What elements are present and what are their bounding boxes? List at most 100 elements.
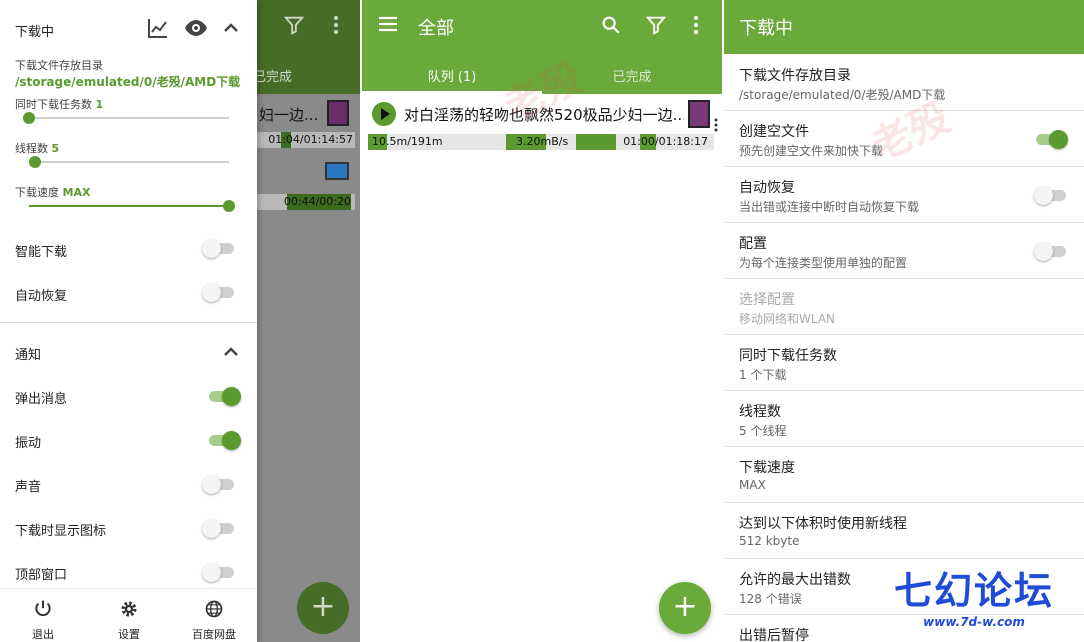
- preference-toggle[interactable]: [1034, 129, 1068, 149]
- preference-item[interactable]: 达到以下体积时使用新线程 512 kbyte: [724, 503, 1084, 559]
- settings-button[interactable]: 设置: [86, 589, 172, 642]
- preference-title: 选择配置: [739, 292, 795, 308]
- filter-icon: [283, 16, 305, 35]
- preference-summary: 128 个错误: [739, 592, 802, 606]
- preference-item[interactable]: 线程数 5 个线程: [724, 391, 1084, 447]
- show-icon-label: 下载时显示图标: [15, 524, 107, 539]
- preference-item[interactable]: 下载速度 MAX: [724, 447, 1084, 503]
- dimmed-item-time: 00:44/00:20: [283, 195, 351, 208]
- gear-icon: [121, 601, 137, 617]
- sound-label: 声音: [15, 480, 42, 495]
- dimmed-tab-done: 已完成: [253, 70, 293, 85]
- preference-summary: 5 个线程: [739, 424, 787, 438]
- preference-item[interactable]: 自动恢复当出错或连接中断时自动恢复下载: [724, 167, 1084, 223]
- download-progress-bar: 10.5m/191m 3.20mB/s 01:00/01:18:17: [368, 134, 714, 150]
- preference-title: 创建空文件: [739, 124, 809, 140]
- speed-value: MAX: [62, 186, 91, 199]
- settings-drawer: 下载中 下载文件存放目录 /storage/emulated/0/老殁/AMD下…: [0, 0, 257, 642]
- preference-title: 出错后暂停: [739, 628, 809, 642]
- drawer-title: 下载中: [15, 25, 55, 40]
- play-icon[interactable]: [372, 102, 396, 126]
- dimmed-item-title: 妇一边...: [259, 106, 319, 124]
- preference-summary: 512 kbyte: [739, 534, 800, 548]
- preference-item: 选择配置移动网络和WLAN: [724, 279, 1084, 335]
- dimmed-item-time: 01:04/01:14:57: [268, 133, 353, 146]
- more-vert-icon[interactable]: [714, 118, 718, 132]
- page-title: 全部: [418, 18, 454, 39]
- preference-item[interactable]: 同时下载任务数 1 个下载: [724, 335, 1084, 391]
- page-title: 下载中: [739, 18, 793, 39]
- exit-label: 退出: [32, 628, 54, 641]
- dir-label: 下载文件存放目录: [15, 59, 103, 72]
- watermark-url: www.7d-w.com: [923, 615, 1025, 629]
- dimmed-progress-bar: 01:04/01:14:57: [257, 132, 355, 148]
- power-icon: [35, 600, 51, 617]
- baidu-pan-button[interactable]: 百度网盘: [171, 589, 257, 642]
- exit-button[interactable]: 退出: [0, 589, 86, 642]
- eye-icon[interactable]: [184, 16, 208, 40]
- panel-settings: 下载中 下载文件存放目录/storage/emulated/0/老殁/AMD下载…: [724, 0, 1084, 642]
- concurrent-slider[interactable]: [23, 112, 229, 124]
- preference-title: 自动恢复: [739, 180, 795, 196]
- auto-resume-label: 自动恢复: [15, 289, 68, 304]
- preference-title: 达到以下体积时使用新线程: [739, 516, 907, 532]
- smart-download-label: 智能下载: [15, 245, 68, 260]
- preference-toggle[interactable]: [1034, 185, 1068, 205]
- download-speed: 3.20mB/s: [516, 135, 569, 148]
- video-file-icon: [327, 100, 349, 126]
- more-vert-icon: [334, 16, 338, 34]
- top-window-label: 顶部窗口: [15, 568, 68, 583]
- site-watermark: 七幻论坛 www.7d-w.com: [874, 560, 1074, 629]
- threads-value: 5: [51, 142, 60, 155]
- speed-slider[interactable]: [29, 200, 235, 212]
- app-bar: 下载中: [724, 0, 1084, 54]
- computer-file-icon: [325, 162, 349, 180]
- preference-summary: MAX: [739, 478, 766, 492]
- popup-message-toggle[interactable]: [207, 386, 241, 406]
- dimmed-add-fab: +: [297, 582, 349, 634]
- smart-download-toggle[interactable]: [202, 238, 236, 258]
- preference-title: 配置: [739, 236, 767, 252]
- download-size: 10.5m/191m: [372, 135, 443, 148]
- add-download-fab[interactable]: +: [659, 582, 711, 634]
- vibrate-toggle[interactable]: [207, 430, 241, 450]
- preference-title: 下载文件存放目录: [739, 68, 851, 84]
- sound-toggle[interactable]: [202, 474, 236, 494]
- menu-icon[interactable]: [378, 14, 398, 34]
- preference-toggle[interactable]: [1034, 241, 1068, 261]
- preference-item[interactable]: 配置为每个连接类型使用单独的配置: [724, 223, 1084, 279]
- preference-title: 允许的最大出错数: [739, 572, 851, 588]
- baidu-pan-label: 百度网盘: [192, 628, 236, 641]
- show-icon-toggle[interactable]: [202, 518, 236, 538]
- auto-resume-toggle[interactable]: [202, 282, 236, 302]
- panel-drawer-open: 已完成 妇一边... 01:04/01:14:57 00:44/00:20 + …: [0, 0, 360, 642]
- dimmed-download-item: 00:44/00:20: [257, 156, 360, 216]
- panel-download-list: 全部 队列 (1) 已完成 对白淫荡的轻吻也飘然520极品少妇一边... 10.…: [362, 0, 722, 642]
- search-icon[interactable]: [600, 14, 622, 36]
- download-time: 01:00/01:18:17: [623, 135, 708, 148]
- dir-value[interactable]: /storage/emulated/0/老殁/AMD下载: [15, 73, 240, 90]
- concurrent-value: 1: [95, 98, 104, 111]
- preference-summary: 当出错或连接中断时自动恢复下载: [739, 200, 920, 214]
- chevron-up-icon[interactable]: [219, 340, 243, 364]
- preference-summary: 1 个下载: [739, 368, 787, 382]
- threads-slider[interactable]: [29, 156, 229, 168]
- watermark-brand: 七幻论坛: [893, 569, 1054, 613]
- dimmed-progress-bar: 00:44/00:20: [257, 194, 355, 210]
- notify-section-title: 通知: [15, 348, 42, 363]
- top-window-toggle[interactable]: [202, 562, 236, 582]
- vibrate-label: 振动: [15, 436, 42, 451]
- dimmed-download-item: 妇一边... 01:04/01:14:57: [257, 96, 360, 156]
- chevron-up-icon[interactable]: [219, 16, 243, 40]
- preference-title: 线程数: [739, 404, 781, 420]
- chart-icon[interactable]: [146, 16, 170, 40]
- settings-label: 设置: [118, 628, 140, 641]
- concurrent-label: 同时下载任务数 1: [15, 98, 104, 111]
- filter-icon[interactable]: [645, 14, 667, 36]
- video-file-icon: [688, 100, 710, 128]
- preference-summary: 为每个连接类型使用单独的配置: [739, 256, 908, 270]
- more-vert-icon[interactable]: [692, 14, 700, 36]
- popup-message-label: 弹出消息: [15, 392, 68, 407]
- preference-summary: 移动网络和WLAN: [739, 312, 836, 326]
- drawer-bottom-bar: 退出 设置 百度网盘: [0, 588, 257, 642]
